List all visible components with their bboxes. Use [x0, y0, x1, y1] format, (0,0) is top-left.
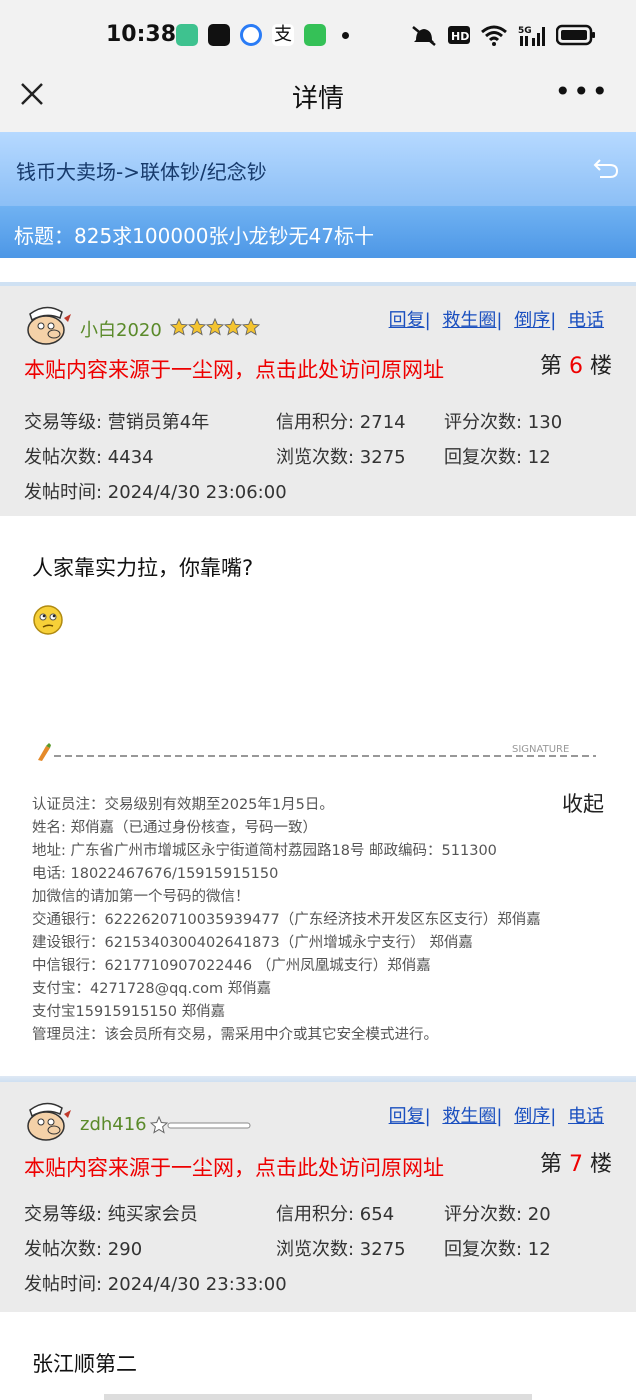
phone-link[interactable]: 电话	[568, 1106, 604, 1127]
view-count: 浏览次数: 3275	[276, 447, 406, 468]
rating-stars	[170, 318, 260, 336]
rating-count: 评分次数: 130	[444, 412, 563, 433]
hd-icon: HD	[448, 26, 470, 44]
post-body: 张江顺第二	[0, 1312, 636, 1400]
reply-link[interactable]: 回复	[389, 1106, 425, 1127]
status-system-icons: HD 5G	[410, 24, 596, 46]
floor-number: 第 7 楼	[540, 1146, 612, 1178]
more-notifications-dot	[342, 31, 349, 39]
signal-icon: 5G	[518, 26, 545, 46]
floor-suffix: 楼	[589, 354, 612, 379]
credit-score: 信用积分: 654	[276, 1204, 395, 1225]
post-count: 发帖次数: 4434	[24, 447, 154, 468]
star-icon	[242, 318, 260, 336]
post-action-links: 回复| 救生圈| 倒序| 电话	[388, 310, 604, 331]
page-title: 详情	[291, 84, 344, 114]
avatar[interactable]	[24, 302, 72, 346]
view-count: 浏览次数: 3275	[276, 1239, 406, 1260]
app-notification-icon	[304, 24, 326, 46]
scroll-hint-bar	[104, 1394, 532, 1400]
avatar[interactable]	[24, 1098, 72, 1142]
source-link[interactable]: 本贴内容来源于一尘网，点击此处访问原网址	[24, 354, 444, 384]
signature-line: 支付宝：4271728@qq.com 郑俏嘉	[32, 981, 272, 997]
signature-line: 电话: 18022467676/15915915150	[32, 866, 279, 882]
top-app-bar: 详情 •••	[0, 66, 636, 132]
post-count: 发帖次数: 290	[24, 1239, 143, 1260]
post-content: 人家靠实力拉，你靠嘴?	[32, 556, 254, 580]
lifebuoy-link[interactable]: 救生圈	[442, 1106, 496, 1127]
svg-text:HD: HD	[451, 30, 469, 43]
reverse-order-link[interactable]: 倒序	[514, 310, 550, 331]
star-icon	[206, 318, 224, 336]
thread-title: 标题：825求100000张小龙钞无47标十	[14, 224, 374, 248]
star-icon	[224, 318, 242, 336]
signature-block: 认证员注：交易级别有效期至2025年1月5日。 姓名: 郑俏嘉（已通过身份核查，…	[32, 794, 541, 1047]
breadcrumb-bar: 钱币大卖场->联体钞/纪念钞	[0, 132, 636, 206]
post-content: 张江顺第二	[32, 1352, 137, 1376]
battery-icon	[556, 24, 595, 46]
post-body: 人家靠实力拉，你靠嘴? SIGNATURE 收起 认证员注：交易级别有效期至20…	[0, 516, 636, 1076]
post-time: 发帖时间: 2024/4/30 23:06:00	[24, 482, 287, 503]
alipay-icon: 支	[272, 24, 294, 46]
signature-line: 认证员注：交易级别有效期至2025年1月5日。	[32, 797, 334, 813]
signature-label: SIGNATURE	[512, 744, 569, 755]
signature-line: 中信银行：6217710907022446 （广州凤凰城支行）郑俏嘉	[32, 958, 431, 974]
username[interactable]: zdh416	[80, 1114, 147, 1135]
reply-link[interactable]: 回复	[389, 310, 425, 331]
status-time: 10:38	[106, 22, 177, 47]
signature-line: 加微信的请加第一个号码的微信！	[32, 889, 250, 905]
thinking-emoji-icon	[33, 605, 63, 635]
back-arrow-icon[interactable]	[592, 156, 620, 180]
floor-num: 6	[568, 354, 583, 379]
tiktok-icon	[208, 24, 230, 46]
phone-link[interactable]: 电话	[568, 310, 604, 331]
floor-suffix: 楼	[589, 1152, 612, 1177]
trade-level: 交易等级: 营销员第4年	[24, 412, 210, 433]
floor-number: 第 6 楼	[540, 348, 612, 380]
reply-count: 回复次数: 12	[444, 1239, 551, 1260]
wifi-icon	[481, 25, 507, 46]
floor-num: 7	[568, 1152, 583, 1177]
rank-bar-icon	[150, 1116, 251, 1134]
signature-line: 支付宝15915915150 郑俏嘉	[32, 1004, 226, 1020]
trade-level: 交易等级: 纯买家会员	[24, 1204, 198, 1225]
post-header: zdh416 回复| 救生圈| 倒序| 电话 本贴内容来源于一尘网，点击此处访问…	[0, 1082, 636, 1312]
reverse-order-link[interactable]: 倒序	[514, 1106, 550, 1127]
star-icon	[170, 318, 188, 336]
signature-line: 建设银行：6215340300402641873（广州增城永宁支行） 郑俏嘉	[32, 935, 473, 951]
mute-icon	[412, 26, 436, 46]
app-notification-icon	[176, 24, 198, 46]
browser-icon	[240, 24, 262, 46]
breadcrumb[interactable]: 钱币大卖场->联体钞/纪念钞	[16, 156, 267, 185]
floor-prefix: 第	[539, 1152, 562, 1177]
signature-line: 交通银行：6222620710035939477（广东经济技术开发区东区支行）郑…	[32, 912, 541, 928]
signature-divider: SIGNATURE	[38, 743, 596, 761]
signature-line: 管理员注：该会员所有交易，需采用中介或其它安全模式进行。	[32, 1027, 438, 1043]
rating-count: 评分次数: 20	[444, 1204, 551, 1225]
collapse-button[interactable]: 收起	[562, 788, 604, 818]
credit-score: 信用积分: 2714	[276, 412, 406, 433]
post-header: 小白2020 回复| 救生圈| 倒序| 电话 本贴内容来源于一尘网，点击此处访问…	[0, 282, 636, 516]
star-icon	[188, 318, 206, 336]
source-link[interactable]: 本贴内容来源于一尘网，点击此处访问原网址	[24, 1152, 444, 1182]
post-action-links: 回复| 救生圈| 倒序| 电话	[388, 1106, 604, 1127]
lifebuoy-link[interactable]: 救生圈	[442, 310, 496, 331]
post-time: 发帖时间: 2024/4/30 23:33:00	[24, 1274, 287, 1295]
username[interactable]: 小白2020	[80, 316, 162, 342]
thread-title-bar: 标题：825求100000张小龙钞无47标十	[0, 206, 636, 258]
status-bar: 10:38 支 HD 5G	[0, 0, 636, 66]
signature-line: 姓名: 郑俏嘉（已通过身份核查，号码一致）	[32, 820, 317, 836]
more-menu-button[interactable]: •••	[554, 78, 610, 106]
reply-count: 回复次数: 12	[444, 447, 551, 468]
signature-line: 地址: 广东省广州市增城区永宁街道简村荔园路18号 邮政编码：511300	[32, 843, 497, 859]
status-notification-icons: 支	[176, 24, 349, 46]
svg-text:5G: 5G	[518, 26, 532, 36]
floor-prefix: 第	[539, 354, 562, 379]
